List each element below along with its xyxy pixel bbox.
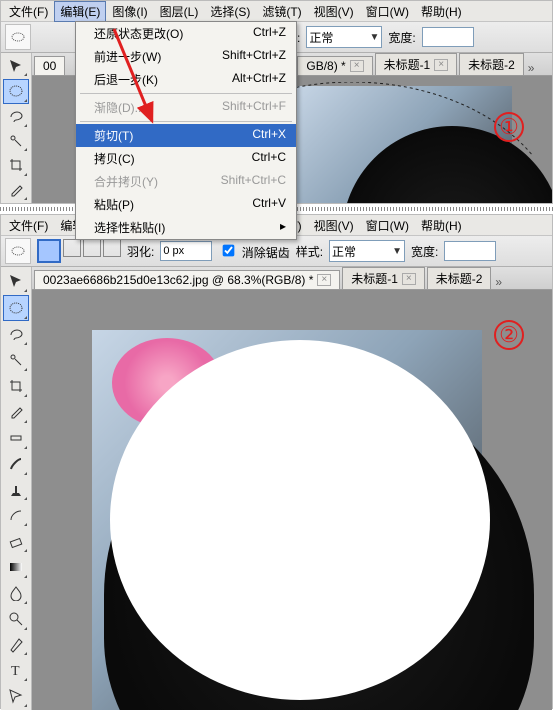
menu-copy[interactable]: 拷贝(C) Ctrl+C (76, 147, 296, 170)
menu-help[interactable]: 帮助(H) (415, 1, 468, 22)
menu-edit[interactable]: 编辑(E) (54, 1, 106, 22)
menu-window[interactable]: 窗口(W) (360, 1, 415, 22)
tool-blur[interactable] (4, 581, 28, 605)
menu-fade: 渐隐(D)... Shift+Ctrl+F (76, 96, 296, 119)
width-input (444, 241, 496, 261)
width-label: 宽度: (411, 243, 438, 260)
width-input (422, 27, 474, 47)
tool-elliptical-marquee[interactable] (3, 79, 29, 103)
feather-label: 羽化: (127, 243, 154, 260)
menubar: 文件(F) 编辑(E) 图像(I) 图层(L) 选择(S) 滤镜(T) 视图(V… (1, 1, 552, 22)
selection-mode-buttons (37, 239, 121, 263)
style-combo[interactable]: 正常▼ (329, 240, 405, 262)
tool-preset-icon[interactable] (5, 24, 31, 50)
menu-undo-label: 还原状态更改(O) (94, 25, 183, 42)
menu-layer[interactable]: 图层(L) (154, 1, 205, 22)
tool-path[interactable] (4, 684, 28, 708)
width-label: 宽度: (388, 29, 415, 46)
options-bar: 羽化: 消除锯齿 样式: 正常▼ 宽度: (1, 236, 552, 267)
close-icon[interactable]: × (350, 60, 364, 72)
menu-file[interactable]: 文件(F) (3, 1, 54, 22)
tool-move[interactable] (4, 269, 28, 293)
menu-cut[interactable]: 剪切(T) Ctrl+X (76, 124, 296, 147)
menu-view[interactable]: 视图(V) (308, 1, 360, 22)
edit-dropdown: 还原状态更改(O) Ctrl+Z 前进一步(W) Shift+Ctrl+Z 后退… (75, 21, 297, 240)
tool-dodge[interactable] (4, 607, 28, 631)
toolbox: T (1, 267, 32, 710)
close-icon[interactable]: × (402, 273, 416, 285)
menu-select[interactable]: 选择(S) (204, 1, 256, 22)
tool-magic-wand[interactable] (4, 130, 28, 152)
tab-document-1[interactable]: 00 (34, 56, 65, 75)
menu-undo-shortcut: Ctrl+Z (253, 25, 286, 42)
cutout-ellipse (110, 340, 490, 700)
selection-mode-new[interactable] (37, 239, 61, 263)
menu-help[interactable]: 帮助(H) (415, 215, 468, 236)
document-tabs: 0023ae6686b215d0e13c62.jpg @ 68.3%(RGB/8… (32, 267, 552, 290)
marquee-selection (292, 82, 532, 203)
selection-mode-intersect[interactable] (103, 239, 121, 257)
close-icon[interactable]: × (317, 274, 331, 286)
chevron-down-icon: ▼ (392, 246, 402, 257)
tab-overflow-icon[interactable]: » (524, 61, 550, 75)
selection-mode-subtract[interactable] (83, 239, 101, 257)
antialias-checkbox[interactable] (223, 245, 235, 257)
tab-document-2[interactable]: 未标题-1 × (342, 267, 425, 289)
tool-lasso[interactable] (4, 106, 28, 128)
tool-magic-wand[interactable] (4, 348, 28, 372)
tab-overflow-icon[interactable]: » (491, 275, 517, 289)
tool-pen[interactable] (4, 633, 28, 657)
menu-image[interactable]: 图像(I) (106, 1, 153, 22)
toolbox (1, 53, 32, 203)
tab-document-1-right[interactable]: GB/8) * × (297, 56, 372, 75)
menu-step-back[interactable]: 后退一步(K) Alt+Ctrl+Z (76, 68, 296, 91)
menu-copy-merged: 合并拷贝(Y) Shift+Ctrl+C (76, 170, 296, 193)
style-label: 样式: (296, 243, 323, 260)
tool-crop[interactable] (4, 374, 28, 398)
submenu-arrow-icon: ▸ (280, 219, 286, 236)
close-icon[interactable]: × (434, 59, 448, 71)
antialias-option[interactable]: 消除锯齿 (218, 241, 289, 261)
tool-elliptical-marquee[interactable] (3, 295, 29, 321)
svg-text:T: T (11, 664, 20, 678)
selection-mode-add[interactable] (63, 239, 81, 257)
tab-document-3[interactable]: 未标题-2 (427, 267, 492, 289)
tool-eyedropper[interactable] (4, 400, 28, 424)
tab-document-2[interactable]: 未标题-1 × (375, 53, 458, 75)
menu-step-forward[interactable]: 前进一步(W) Shift+Ctrl+Z (76, 45, 296, 68)
tool-history-brush[interactable] (4, 503, 28, 527)
tool-gradient[interactable] (4, 555, 28, 579)
menu-view[interactable]: 视图(V) (308, 215, 360, 236)
menu-paste[interactable]: 粘贴(P) Ctrl+V (76, 193, 296, 216)
tool-lasso[interactable] (4, 323, 28, 347)
style-combo[interactable]: 正常▼ (306, 26, 382, 48)
tab-document-1[interactable]: 0023ae6686b215d0e13c62.jpg @ 68.3%(RGB/8… (34, 270, 340, 289)
tool-eraser[interactable] (4, 529, 28, 553)
tool-stamp[interactable] (4, 478, 28, 502)
tool-preset-icon[interactable] (5, 238, 31, 264)
menu-filter[interactable]: 滤镜(T) (256, 1, 307, 22)
menu-paste-special[interactable]: 选择性粘贴(I) ▸ (76, 216, 296, 239)
tool-brush[interactable] (4, 452, 28, 476)
tool-move[interactable] (4, 55, 28, 77)
annotation-badge-1: ① (494, 112, 524, 142)
menu-undo[interactable]: 还原状态更改(O) Ctrl+Z (76, 22, 296, 45)
tool-crop[interactable] (4, 154, 28, 176)
menu-window[interactable]: 窗口(W) (360, 215, 415, 236)
annotation-badge-2: ② (494, 320, 524, 350)
canvas[interactable]: ② (32, 290, 552, 710)
tool-healing[interactable] (4, 426, 28, 450)
tab-document-3[interactable]: 未标题-2 (459, 53, 524, 75)
feather-input[interactable] (160, 241, 212, 261)
tool-type[interactable]: T (4, 658, 28, 682)
chevron-down-icon: ▼ (369, 32, 379, 43)
tool-eyedropper[interactable] (4, 179, 28, 201)
menu-file[interactable]: 文件(F) (3, 215, 54, 236)
